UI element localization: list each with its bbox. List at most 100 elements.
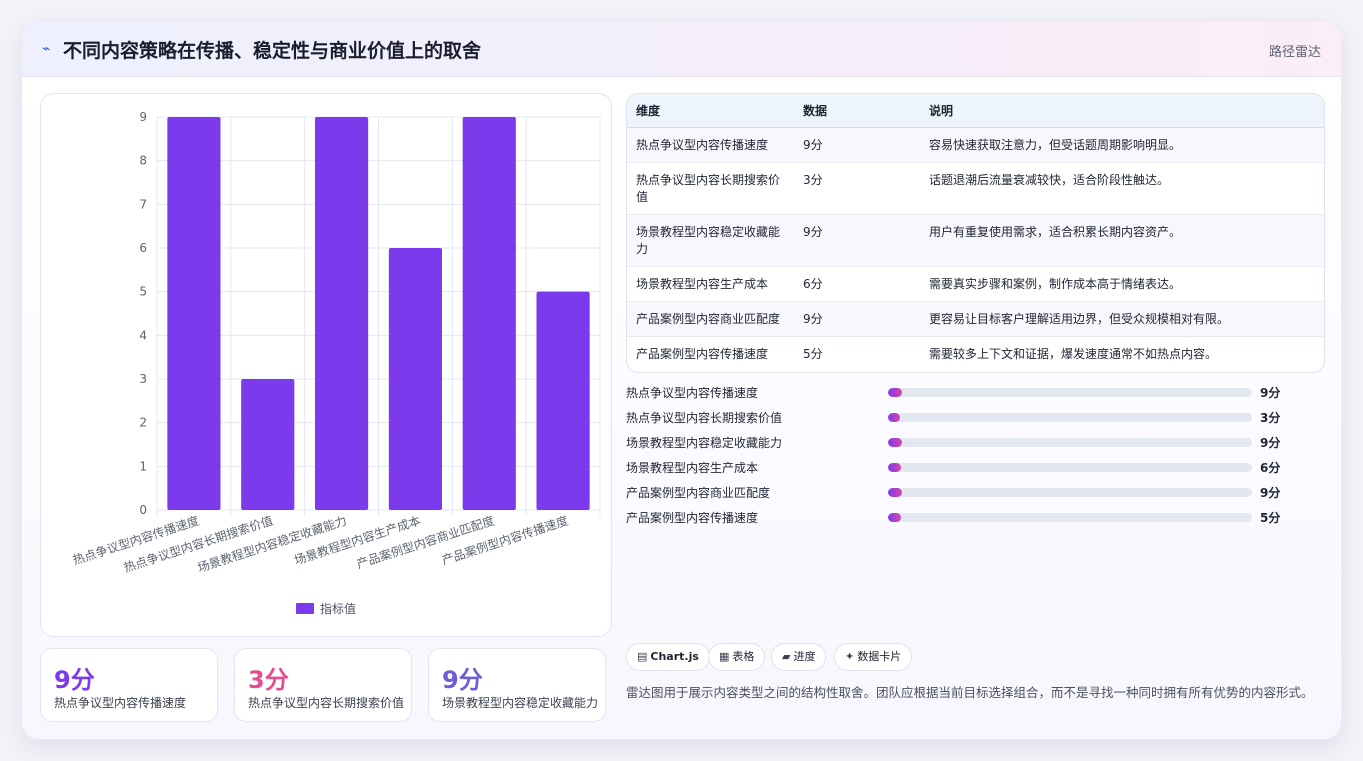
data-card-chip[interactable]: ✦ 数据卡片 — [834, 643, 913, 671]
table-cell: 话题退潮后流量衰减较快，适合阶段性触达。 — [920, 162, 1324, 215]
table-row: 热点争议型内容传播速度 9分 容易快速获取注意力，但受话题周期影响明显。 — [627, 127, 1324, 163]
progress-value: 5分 — [1260, 511, 1281, 525]
progress-chip[interactable]: ▰ 进度 — [771, 643, 827, 671]
table-header-row: 维度 数据 说明 — [627, 94, 1324, 128]
table-cell: 产品案例型内容商业匹配度 — [627, 301, 794, 337]
progress-value: 9分 — [1260, 436, 1281, 450]
sparkle-icon: ✦ — [845, 650, 855, 663]
chip-label: 数据卡片 — [857, 650, 902, 663]
y-tick-label: 3 — [139, 372, 147, 386]
stat-label: 热点争议型内容传播速度 — [54, 696, 187, 710]
table-cell: 3分 — [794, 162, 920, 215]
chart-icon: ▤ — [637, 650, 648, 663]
footnote-text: 雷达图用于展示内容类型之间的结构性取舍。团队应根据当前目标选择组合，而不是寻找一… — [626, 685, 1314, 700]
progress-fill — [888, 438, 902, 447]
progress-label: 场景教程型内容稳定收藏能力 — [626, 436, 783, 450]
route-icon: ⌁ — [42, 41, 51, 57]
column-header: 说明 — [920, 94, 1324, 128]
bar-chart-panel: 0 1 2 3 4 5 6 7 8 9 热点争议型内容传播速度 热点争议型内容长期搜索价值 场景教程型内… — [40, 93, 612, 637]
x-tick-label: 产品案例型内容商业匹配度 — [355, 513, 497, 572]
progress-fill — [888, 463, 901, 472]
progress-row: 场景教程型内容稳定收藏能力 9分 — [626, 433, 1286, 451]
y-tick-label: 1 — [139, 459, 147, 473]
bar — [462, 117, 516, 510]
progress-track — [888, 388, 1252, 397]
progress-row: 场景教程型内容生产成本 6分 — [626, 458, 1286, 476]
progress-fill — [888, 513, 901, 522]
column-header: 数据 — [794, 94, 920, 128]
stat-label: 场景教程型内容稳定收藏能力 — [442, 696, 599, 710]
data-table: 维度 数据 说明 热点争议型内容传播速度 9分 容易快速获取注意力，但受话题周期… — [626, 93, 1325, 373]
chip-label: 表格 — [732, 650, 755, 663]
stat-value: 9分 — [442, 666, 483, 694]
stat-card: 9分 场景教程型内容稳定收藏能力 — [428, 648, 606, 722]
header-bar: ⌁ 不同内容策略在传播、稳定性与商业价值上的取舍 路径雷达 — [22, 21, 1341, 77]
chartjs-chip[interactable]: ▤ Chart.js — [626, 643, 710, 671]
progress-value: 3分 — [1260, 411, 1281, 425]
table-cell: 热点争议型内容长期搜索价值 — [627, 162, 794, 215]
table-cell: 热点争议型内容传播速度 — [627, 127, 794, 163]
table-cell: 5分 — [803, 346, 823, 361]
legend-label: 指标值 — [320, 601, 356, 616]
stat-card: 3分 热点争议型内容长期搜索价值 — [234, 648, 412, 722]
table-cell: 需要较多上下文和证据，爆发速度通常不如热点内容。 — [929, 346, 1218, 361]
bar — [315, 117, 369, 510]
stat-value: 9分 — [54, 666, 95, 694]
column-header: 维度 — [627, 94, 794, 128]
x-tick-label: 产品案例型内容传播速度 — [440, 513, 570, 568]
stat-label: 热点争议型内容长期搜索价值 — [248, 696, 405, 710]
progress-track — [888, 438, 1252, 447]
table-row: 产品案例型内容传播速度 5分 需要较多上下文和证据，爆发速度通常不如热点内容。 — [627, 336, 1324, 371]
chip-label: Chart.js — [650, 650, 699, 663]
bar — [167, 117, 221, 510]
progress-row: 产品案例型内容传播速度 5分 — [626, 508, 1286, 526]
table-row: 场景教程型内容生产成本 6分 需要真实步骤和案例，制作成本高于情绪表达。 — [627, 266, 1324, 302]
table-row: 产品案例型内容商业匹配度 9分 更容易让目标客户理解适用边界，但受众规模相对有限… — [627, 301, 1324, 337]
table-cell: 需要真实步骤和案例，制作成本高于情绪表达。 — [920, 266, 1324, 302]
y-tick-label: 6 — [139, 241, 147, 255]
progress-fill — [888, 388, 902, 397]
progress-label: 热点争议型内容传播速度 — [626, 386, 759, 400]
stat-value: 3分 — [248, 666, 289, 694]
progress-value: 6分 — [1260, 461, 1281, 475]
progress-track — [888, 513, 1252, 522]
table-cell: 用户有重复使用需求，适合积累长期内容资产。 — [920, 214, 1324, 267]
bar — [536, 291, 590, 510]
table-cell: 场景教程型内容稳定收藏能力 — [627, 214, 794, 267]
progress-label: 产品案例型内容传播速度 — [626, 511, 759, 525]
bar — [241, 379, 295, 510]
table-cell: 6分 — [794, 266, 920, 302]
progress-label: 热点争议型内容长期搜索价值 — [626, 411, 783, 425]
path-radar-link[interactable]: 路径雷达 — [1269, 41, 1321, 60]
table-chip[interactable]: ▦ 表格 — [708, 643, 766, 671]
table-row: 热点争议型内容长期搜索价值 3分 话题退潮后流量衰减较快，适合阶段性触达。 — [627, 162, 1324, 215]
y-tick-label: 8 — [139, 154, 147, 168]
table-row: 场景教程型内容稳定收藏能力 9分 用户有重复使用需求，适合积累长期内容资产。 — [627, 214, 1324, 267]
bar — [388, 248, 442, 510]
legend-swatch — [296, 603, 314, 614]
stat-card: 9分 热点争议型内容传播速度 — [40, 648, 218, 722]
progress-track — [888, 413, 1252, 422]
progress-value: 9分 — [1260, 386, 1281, 400]
table-cell: 产品案例型内容传播速度 — [636, 346, 769, 361]
table-cell: 9分 — [794, 214, 920, 267]
table-cell: 9分 — [794, 127, 920, 163]
page-title: 不同内容策略在传播、稳定性与商业价值上的取舍 — [63, 40, 482, 62]
table-cell: 9分 — [794, 301, 920, 337]
progress-track — [888, 463, 1252, 472]
y-tick-label: 5 — [139, 285, 147, 299]
y-tick-label: 7 — [139, 197, 147, 211]
progress-row: 热点争议型内容长期搜索价值 3分 — [626, 408, 1286, 426]
progress-track — [888, 488, 1252, 497]
dashboard-card: ⌁ 不同内容策略在传播、稳定性与商业价值上的取舍 路径雷达 0 1 2 3 4 5 6 7 8 9… — [21, 20, 1342, 740]
progress-fill — [888, 413, 900, 422]
progress-row: 热点争议型内容传播速度 9分 — [626, 383, 1286, 401]
progress-label: 产品案例型内容商业匹配度 — [626, 486, 771, 500]
table-cell: 场景教程型内容生产成本 — [627, 266, 794, 302]
chip-label: 进度 — [793, 650, 816, 663]
y-tick-label: 9 — [139, 110, 147, 124]
progress-fill — [888, 488, 902, 497]
progress-row: 产品案例型内容商业匹配度 9分 — [626, 483, 1286, 501]
table-cell: 更容易让目标客户理解适用边界，但受众规模相对有限。 — [920, 301, 1324, 337]
progress-icon: ▰ — [782, 650, 791, 663]
